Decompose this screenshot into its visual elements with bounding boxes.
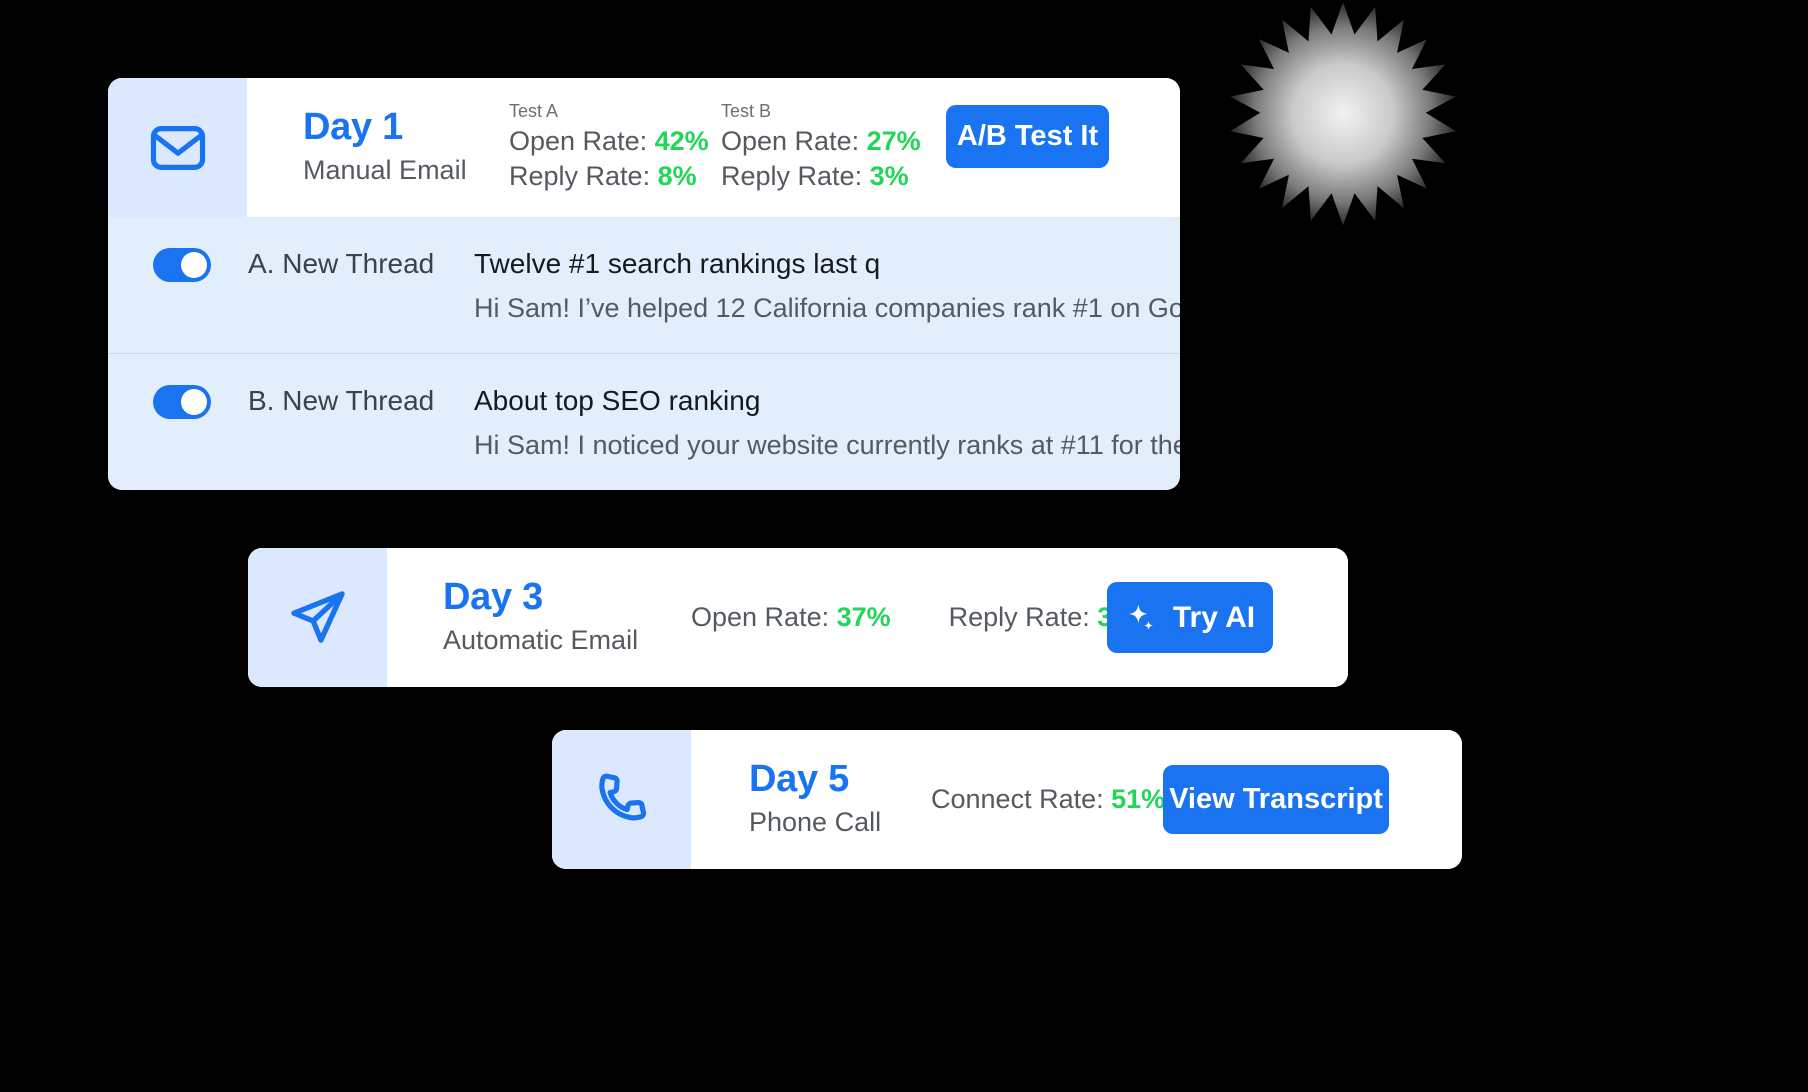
test-a-stats: Test A Open Rate: 42% Reply Rate: 8% [509, 100, 721, 195]
day-block: Day 3 Automatic Email [443, 576, 691, 656]
envelope-icon [108, 78, 247, 217]
day5-connect-rate: Connect Rate: 51% [931, 784, 1165, 815]
day3-open-rate-value: 37% [836, 602, 891, 632]
thread-b-toggle[interactable] [153, 385, 211, 419]
sequence-step-card-day3: Day 3 Automatic Email Open Rate: 37% Rep… [248, 548, 1348, 687]
card-header-body: Day 5 Phone Call Connect Rate: 51% View … [691, 730, 1462, 869]
thread-a-subject: Twelve #1 search rankings last q [474, 248, 881, 279]
view-transcript-button[interactable]: View Transcript [1163, 765, 1389, 834]
card-header-body: Day 3 Automatic Email Open Rate: 37% Rep… [387, 548, 1348, 687]
card-header-body: Day 1 Manual Email Test A Open Rate: 42%… [247, 78, 1180, 217]
starburst-icon [1228, 0, 1458, 230]
day-title: Day 1 [303, 106, 403, 149]
sequence-step-card-day1: Day 1 Manual Email Test A Open Rate: 42%… [108, 78, 1180, 490]
thread-b-content: About top SEO ranking Hi Sam! I noticed … [474, 384, 1180, 462]
phone-icon [552, 730, 691, 869]
test-a-reply-rate-label: Reply Rate: [509, 161, 651, 192]
test-b-reply-rate-value: 3% [869, 161, 909, 192]
test-b-open-rate-value: 27% [866, 125, 921, 156]
thread-b-preview: Hi Sam! I noticed your website currently… [474, 430, 1180, 460]
test-a-open-rate-label: Open Rate: [509, 125, 648, 156]
try-ai-button-label: Try AI [1172, 600, 1256, 634]
test-b-reply-rate-label: Reply Rate: [721, 161, 863, 192]
card-header: Day 5 Phone Call Connect Rate: 51% View … [552, 730, 1462, 869]
day3-reply-rate-label: Reply Rate: [948, 602, 1090, 632]
card-header: Day 1 Manual Email Test A Open Rate: 42%… [108, 78, 1180, 217]
thread-list: A. New Thread Twelve #1 search rankings … [108, 217, 1180, 490]
test-a-open-rate: Open Rate: 42% [509, 124, 721, 160]
day5-connect-rate-value: 51% [1111, 784, 1166, 814]
test-b-open-rate-label: Open Rate: [721, 125, 860, 156]
toggle-knob [181, 252, 207, 278]
day5-connect-rate-label: Connect Rate: [931, 784, 1104, 814]
day-subtitle: Phone Call [749, 807, 882, 838]
ab-test-it-button[interactable]: A/B Test It [946, 105, 1109, 168]
card-header: Day 3 Automatic Email Open Rate: 37% Rep… [248, 548, 1348, 687]
thread-a-preview: Hi Sam! I’ve helped 12 California compan… [474, 293, 1180, 323]
day-title: Day 5 [749, 758, 849, 801]
try-ai-button[interactable]: Try AI [1107, 582, 1273, 653]
toggle-knob [181, 389, 207, 415]
day-block: Day 5 Phone Call [749, 758, 931, 838]
paper-plane-icon [248, 548, 387, 687]
test-b-open-rate: Open Rate: 27% [721, 124, 927, 160]
day3-open-rate-label: Open Rate: [691, 602, 830, 632]
sequence-step-card-day5: Day 5 Phone Call Connect Rate: 51% View … [552, 730, 1462, 869]
day3-open-rate: Open Rate: 37% [691, 602, 891, 633]
day-subtitle: Automatic Email [443, 625, 639, 656]
day-block: Day 1 Manual Email [303, 106, 509, 186]
test-b-stats: Test B Open Rate: 27% Reply Rate: 3% [721, 100, 927, 195]
thread-row[interactable]: B. New Thread About top SEO ranking Hi S… [108, 353, 1180, 490]
day-subtitle: Manual Email [303, 155, 467, 186]
day-title: Day 3 [443, 576, 543, 619]
test-b-reply-rate: Reply Rate: 3% [721, 159, 927, 195]
thread-b-label: B. New Thread [248, 385, 435, 416]
thread-a-label: A. New Thread [248, 248, 435, 279]
thread-a-toggle[interactable] [153, 248, 211, 282]
test-a-open-rate-value: 42% [654, 125, 709, 156]
sequence-canvas: Day 1 Manual Email Test A Open Rate: 42%… [0, 0, 1808, 1092]
test-a-reply-rate: Reply Rate: 8% [509, 159, 721, 195]
thread-b-subject: About top SEO ranking [474, 385, 761, 416]
test-a-reply-rate-value: 8% [657, 161, 697, 192]
sparkle-icon [1129, 603, 1153, 630]
test-a-label: Test A [509, 101, 559, 122]
thread-a-content: Twelve #1 search rankings last q Hi Sam!… [474, 247, 1180, 325]
thread-row[interactable]: A. New Thread Twelve #1 search rankings … [108, 217, 1180, 353]
test-b-label: Test B [721, 101, 772, 122]
